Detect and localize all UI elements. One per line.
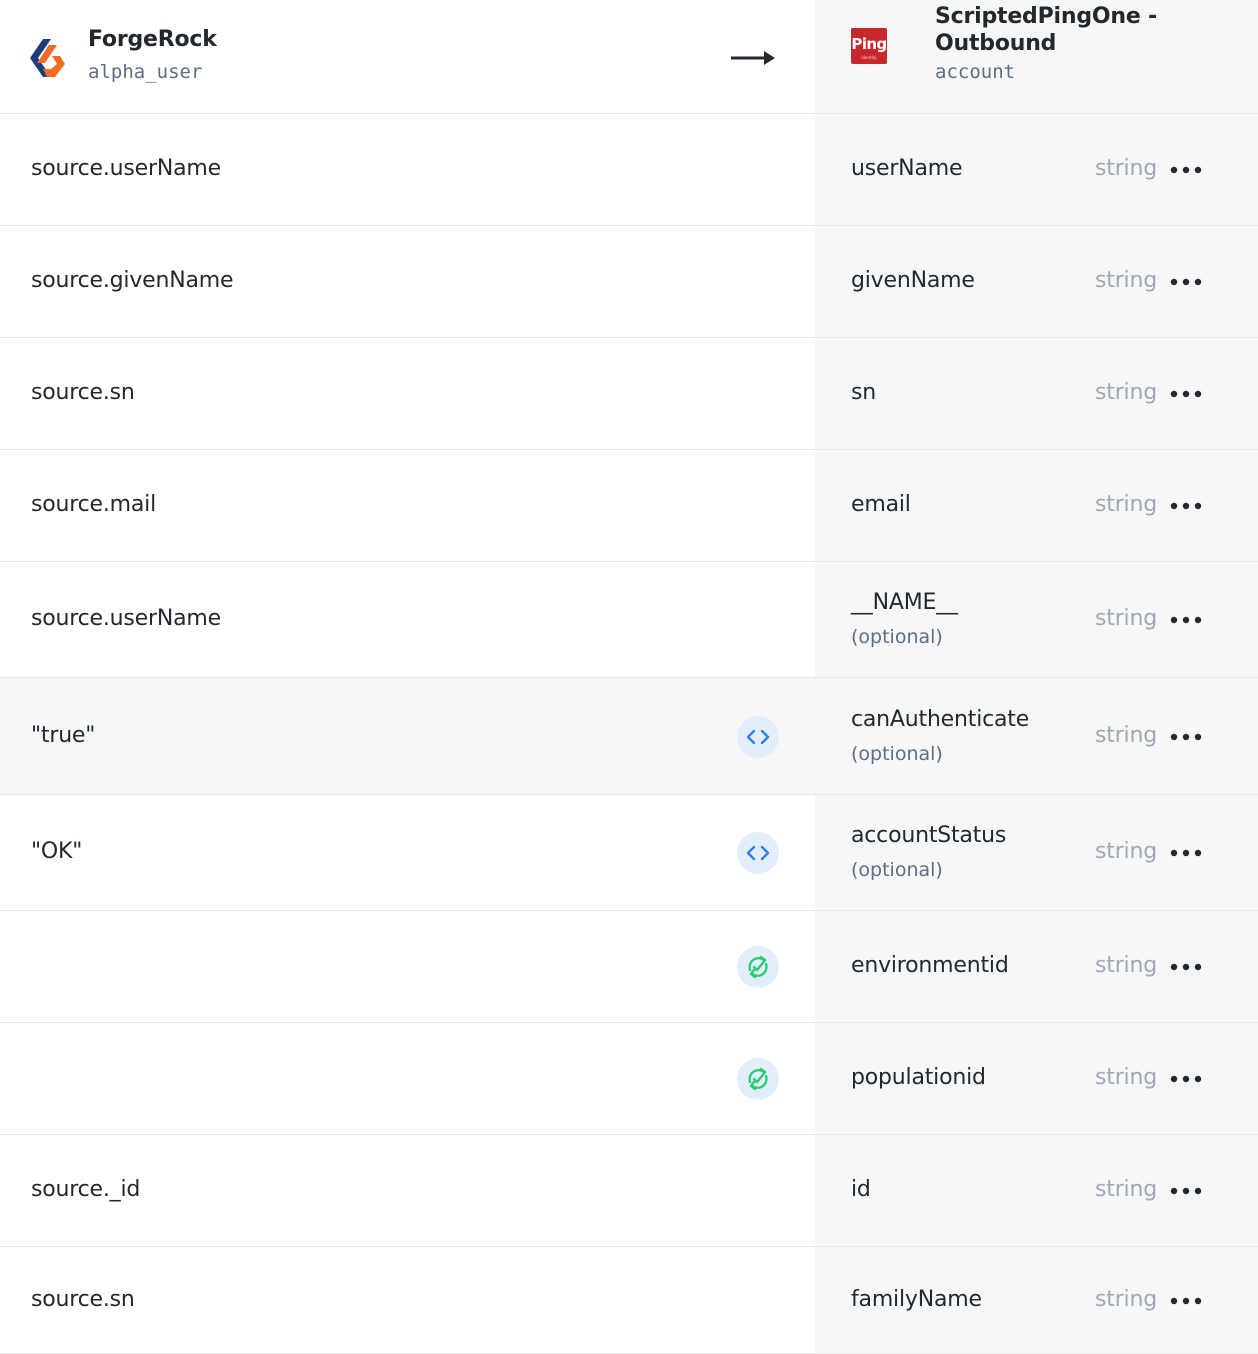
source-title: ForgeRock [88,27,217,52]
mapping-row[interactable]: source.givenName givenName string [0,226,1258,338]
more-options-icon[interactable] [1168,725,1204,749]
mapping-row[interactable]: populationid string [0,1023,1258,1135]
sync-icon[interactable] [737,946,779,988]
mapping-row[interactable]: environmentid string [0,911,1258,1023]
ping-logo-text: Ping [851,35,887,53]
property-type: string [1095,722,1157,748]
optional-label: (optional) [851,859,943,881]
code-icon[interactable] [737,832,779,874]
property-type: string [1095,953,1157,978]
optional-label: (optional) [851,626,943,648]
mapping-row[interactable]: source.mail email string [0,450,1258,562]
source-cell[interactable]: source.userName [0,562,815,677]
code-icon[interactable] [737,715,779,758]
target-title: ScriptedPingOne - Outbound [935,4,1157,56]
more-options-icon[interactable] [1168,841,1204,865]
mapping-row[interactable]: source._id id string [0,1135,1258,1247]
source-expression: source.sn [31,380,135,405]
target-property-name: email [851,492,911,517]
property-type: string [1095,1065,1157,1090]
mapping-row[interactable]: source.sn sn string [0,338,1258,450]
arrow-right-icon [731,51,775,65]
ping-logo-subtext: identity [861,55,877,60]
mapping-row[interactable]: "OK" accountStatus (optional) string [0,795,1258,911]
target-property-name: populationid [851,1065,986,1090]
source-cell[interactable]: "true" [0,678,815,794]
source-expression: source.userName [31,606,221,631]
source-expression: source.mail [31,492,156,517]
source-object: alpha_user [88,61,203,83]
source-expression: "true" [31,722,96,748]
property-type: string [1095,492,1157,517]
property-type: string [1095,1177,1157,1202]
target-property-name: environmentid [851,953,1009,978]
property-type: string [1095,606,1157,631]
property-type: string [1095,1286,1157,1312]
mapping-row[interactable]: source.userName __NAME__ (optional) string [0,562,1258,678]
more-options-icon[interactable] [1168,608,1204,632]
source-cell[interactable] [0,911,815,1022]
source-expression: source.sn [31,1286,135,1312]
source-cell[interactable]: source.sn [0,338,815,449]
target-property-name: accountStatus [851,823,1007,848]
more-options-icon[interactable] [1168,158,1204,182]
target-property-name: userName [851,156,963,181]
mapping-row[interactable]: "true" canAuthenticate (optional) string [0,678,1258,795]
source-cell[interactable]: source.sn [0,1247,815,1353]
mapping-row[interactable]: source.sn familyName string [0,1247,1258,1354]
source-cell[interactable]: source.givenName [0,226,815,337]
optional-label: (optional) [851,742,943,765]
more-options-icon[interactable] [1168,1289,1204,1313]
target-property-name: sn [851,380,877,405]
more-options-icon[interactable] [1168,1179,1204,1203]
more-options-icon[interactable] [1168,270,1204,294]
target-property-name: familyName [851,1286,982,1312]
more-options-icon[interactable] [1168,1067,1204,1091]
property-type: string [1095,268,1157,293]
source-cell[interactable]: source._id [0,1135,815,1246]
property-type: string [1095,156,1157,181]
target-property-name: id [851,1177,871,1202]
ping-identity-logo-icon: Ping identity [851,28,887,64]
target-property-name: __NAME__ [851,590,958,615]
target-property-name: canAuthenticate [851,706,1030,732]
forgerock-logo-icon [30,39,65,77]
property-type: string [1095,380,1157,405]
mapping-page: ForgeRock alpha_user Ping identity Scrip… [0,0,1258,1354]
target-property-name: givenName [851,268,975,293]
source-cell[interactable] [0,1023,815,1134]
mapping-row[interactable]: source.userName userName string [0,114,1258,226]
mapping-header: ForgeRock alpha_user Ping identity Scrip… [0,0,1258,114]
source-cell[interactable]: "OK" [0,795,815,910]
more-options-icon[interactable] [1168,494,1204,518]
source-expression: source._id [31,1177,141,1202]
sync-icon[interactable] [737,1058,779,1100]
more-options-icon[interactable] [1168,955,1204,979]
source-expression: "OK" [31,839,83,864]
source-expression: source.givenName [31,268,234,293]
more-options-icon[interactable] [1168,382,1204,406]
target-object: account [935,61,1016,83]
source-cell[interactable]: source.mail [0,450,815,561]
property-type: string [1095,839,1157,864]
source-cell[interactable]: source.userName [0,114,815,225]
source-expression: source.userName [31,156,221,181]
